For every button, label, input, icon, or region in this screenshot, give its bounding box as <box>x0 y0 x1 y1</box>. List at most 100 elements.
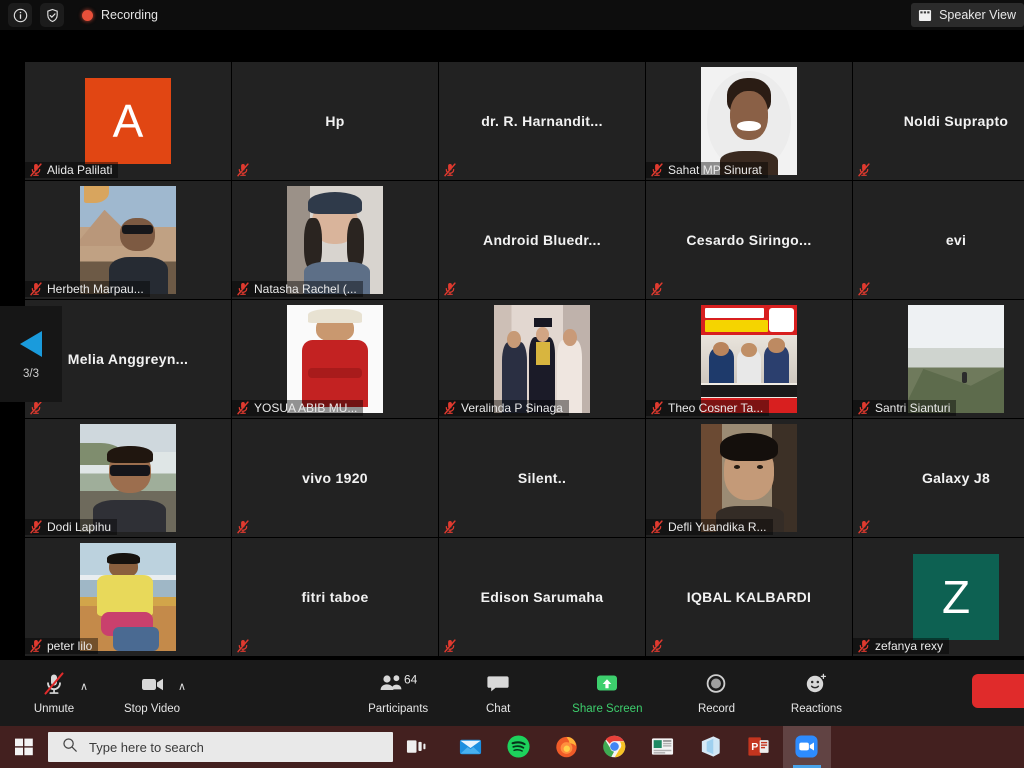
participant-name-center: vivo 1920 <box>302 470 368 486</box>
taskbar-app-powerpoint[interactable]: P <box>735 726 783 768</box>
muted-microphone-icon <box>444 520 456 534</box>
participant-status-bar: Alida Palilati <box>25 162 119 178</box>
participant-tile[interactable]: Hp <box>232 62 438 180</box>
unmute-button[interactable]: Unmute ∧ <box>26 660 88 726</box>
participant-tile[interactable]: Silent.. <box>439 419 645 537</box>
muted-microphone-icon <box>651 282 663 296</box>
shield-icon[interactable] <box>40 3 64 27</box>
participant-tile[interactable]: peter lilo <box>25 538 231 656</box>
participant-status-bar <box>439 519 467 535</box>
video-camera-icon <box>138 671 166 697</box>
participant-tile[interactable]: YOSUA ABIB MU... <box>232 300 438 418</box>
participant-status-bar: Herbeth Marpau... <box>25 281 150 297</box>
spotify-icon <box>506 734 532 760</box>
unmute-label: Unmute <box>33 703 75 715</box>
share-screen-button[interactable]: Share Screen <box>572 660 642 726</box>
participant-tile[interactable]: vivo 1920 <box>232 419 438 537</box>
video-options-chevron-icon[interactable]: ∧ <box>178 682 186 693</box>
participant-name-label: Veralinda P Sinaga <box>461 401 563 415</box>
chat-button[interactable]: Chat <box>470 660 526 726</box>
muted-microphone-icon <box>858 401 870 415</box>
muted-microphone-icon <box>858 163 870 177</box>
record-button[interactable]: Record <box>688 660 744 726</box>
muted-microphone-icon <box>30 401 42 415</box>
smiley-reaction-icon <box>803 671 829 697</box>
participant-tile[interactable]: dr. R. Harnandit... <box>439 62 645 180</box>
participant-tile[interactable]: Dodi Lapihu <box>25 419 231 537</box>
muted-microphone-icon <box>858 282 870 296</box>
participant-tile[interactable]: Noldi Suprapto <box>853 62 1024 180</box>
participant-tile[interactable]: IQBAL KALBARDI <box>646 538 852 656</box>
chrome-icon <box>602 734 628 760</box>
powerpoint-icon: P <box>746 734 772 760</box>
participant-tile[interactable]: Cesardo Siringo... <box>646 181 852 299</box>
participant-name-center: Cesardo Siringo... <box>686 232 812 248</box>
stop-video-button[interactable]: Stop Video ∧ <box>124 660 186 726</box>
taskbar-app-news[interactable] <box>639 726 687 768</box>
windows-start-icon[interactable] <box>0 726 48 768</box>
muted-microphone-icon <box>444 163 456 177</box>
participant-video-thumbnail <box>701 305 797 413</box>
participant-name-label: Defli Yuandika R... <box>668 520 767 534</box>
mail-icon <box>458 734 484 760</box>
participant-status-bar <box>646 281 674 297</box>
search-input[interactable]: Type here to search <box>48 732 393 762</box>
participant-status-bar: Natasha Rachel (... <box>232 281 363 297</box>
participant-tile[interactable]: Z zefanya rexy <box>853 538 1024 656</box>
muted-microphone-icon <box>30 520 42 534</box>
participant-tile[interactable]: evi <box>853 181 1024 299</box>
muted-microphone-icon <box>237 639 249 653</box>
participant-name-center: Android Bluedr... <box>483 232 601 248</box>
avatar: Z <box>913 554 999 640</box>
end-meeting-button[interactable] <box>972 674 1024 708</box>
audio-options-chevron-icon[interactable]: ∧ <box>80 682 88 693</box>
participant-status-bar <box>853 281 881 297</box>
participant-status-bar <box>439 638 467 654</box>
participant-name-label: Santri Sianturi <box>875 401 951 415</box>
participant-status-bar <box>25 400 53 416</box>
participant-video-thumbnail <box>908 305 1004 413</box>
taskbar-app-firefox[interactable] <box>543 726 591 768</box>
info-icon[interactable] <box>8 3 32 27</box>
participant-tile[interactable]: Herbeth Marpau... <box>25 181 231 299</box>
participant-tile[interactable]: Veralinda P Sinaga <box>439 300 645 418</box>
muted-microphone-icon <box>237 520 249 534</box>
participant-tile[interactable]: Santri Sianturi <box>853 300 1024 418</box>
speaker-view-button[interactable]: Speaker View <box>911 3 1024 27</box>
reactions-label: Reactions <box>790 703 843 715</box>
participant-tile[interactable]: Android Bluedr... <box>439 181 645 299</box>
participant-tile[interactable]: Sahat MP Sinurat <box>646 62 852 180</box>
previous-page-button[interactable]: 3/3 <box>0 306 62 402</box>
participant-tile[interactable]: Natasha Rachel (... <box>232 181 438 299</box>
taskbar-app-office[interactable] <box>687 726 735 768</box>
participant-video-thumbnail <box>494 305 590 413</box>
reactions-button[interactable]: Reactions <box>788 660 844 726</box>
participant-tile[interactable]: Galaxy J8 <box>853 419 1024 537</box>
task-view-icon[interactable] <box>393 726 439 768</box>
participant-tile[interactable]: Theo Cosner Ta... <box>646 300 852 418</box>
taskbar-app-mail[interactable] <box>447 726 495 768</box>
muted-microphone-icon <box>237 282 249 296</box>
recording-indicator[interactable]: Recording <box>82 8 158 22</box>
participant-tile[interactable]: A Alida Palilati <box>25 62 231 180</box>
avatar: A <box>85 78 171 164</box>
participant-name-center: dr. R. Harnandit... <box>481 113 603 129</box>
share-screen-label: Share Screen <box>572 703 643 715</box>
taskbar-app-chrome[interactable] <box>591 726 639 768</box>
participant-tile[interactable]: fitri taboe <box>232 538 438 656</box>
participant-tile[interactable]: Edison Sarumaha <box>439 538 645 656</box>
taskbar-app-zoom[interactable] <box>783 726 831 768</box>
participant-status-bar: peter lilo <box>25 638 99 654</box>
participant-video-thumbnail <box>701 424 797 532</box>
participant-status-bar <box>646 638 674 654</box>
participant-video-thumbnail <box>287 186 383 294</box>
participant-status-bar: Sahat MP Sinurat <box>646 162 768 178</box>
participants-button[interactable]: 64 Participants <box>368 660 428 726</box>
participant-video-thumbnail <box>80 186 176 294</box>
participant-tile[interactable]: Defli Yuandika R... <box>646 419 852 537</box>
participant-video-thumbnail <box>80 543 176 651</box>
participant-name-label: Natasha Rachel (... <box>254 282 357 296</box>
taskbar-app-spotify[interactable] <box>495 726 543 768</box>
share-screen-icon <box>592 671 622 697</box>
participants-label: Participants <box>368 703 429 715</box>
